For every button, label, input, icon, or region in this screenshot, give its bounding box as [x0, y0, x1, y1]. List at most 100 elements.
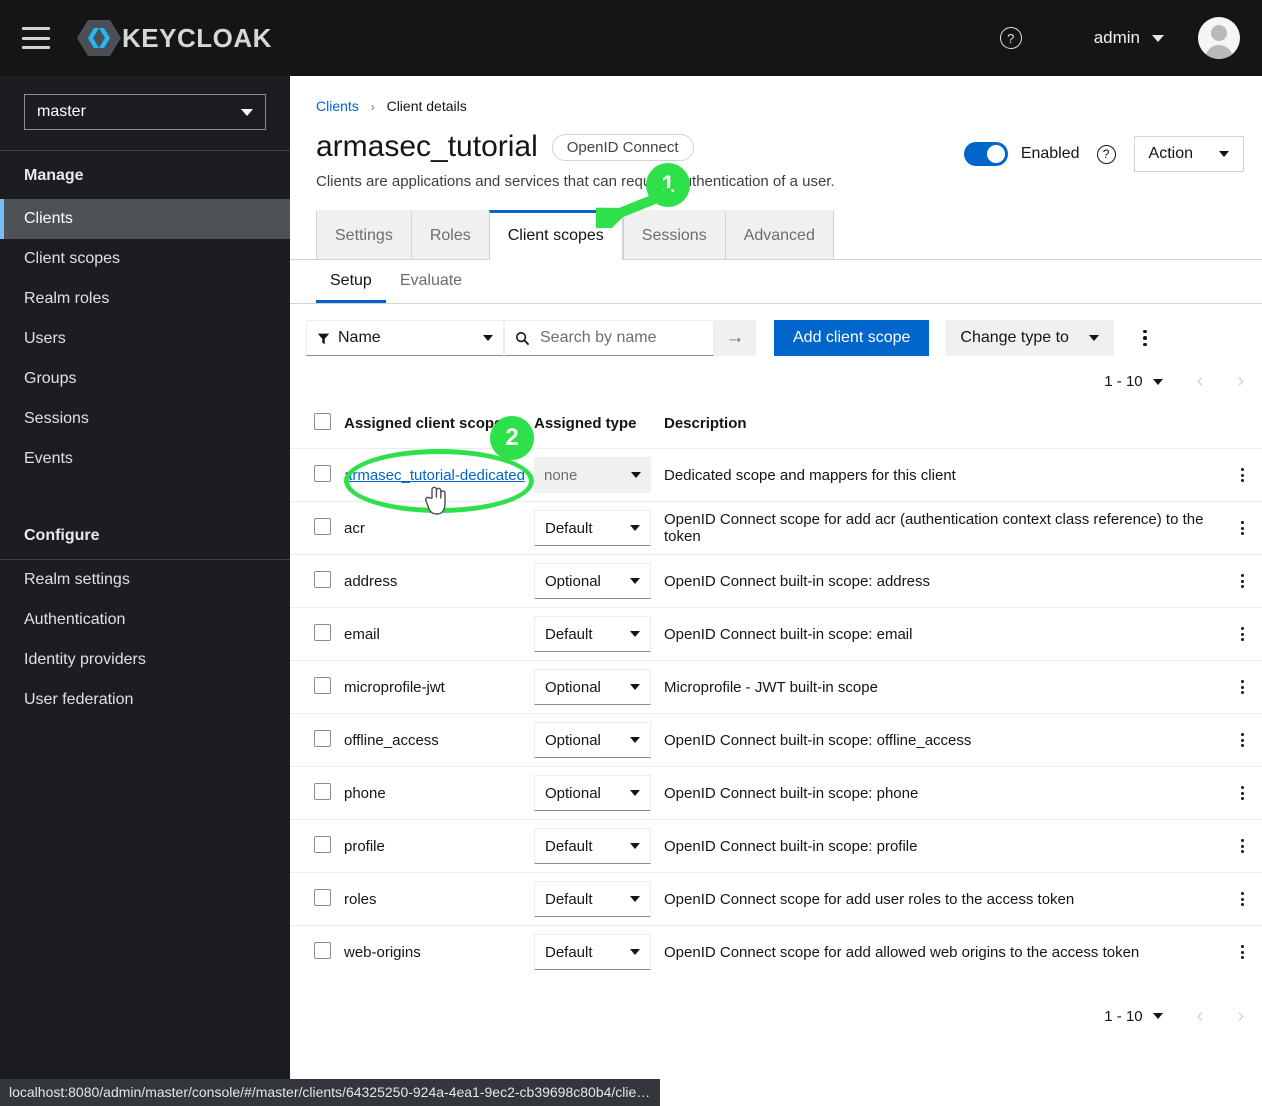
sidebar-item-groups[interactable]: Groups: [0, 359, 290, 399]
table-row: offline_access Optional OpenID Connect bui…: [290, 713, 1262, 767]
row-checkbox[interactable]: [314, 517, 331, 535]
scope-name-cell: web-origins: [344, 925, 534, 979]
row-checkbox[interactable]: [314, 464, 331, 482]
row-checkbox[interactable]: [314, 888, 331, 906]
row-kebab-menu-icon[interactable]: [1232, 515, 1252, 541]
pagination-next-icon[interactable]: ›: [1237, 1005, 1244, 1028]
search-submit-button[interactable]: →: [714, 320, 756, 356]
assigned-type-cell: Default: [534, 607, 664, 661]
filter-dropdown[interactable]: Name: [306, 320, 504, 356]
tab-sessions[interactable]: Sessions: [622, 210, 725, 259]
hamburger-icon[interactable]: [22, 27, 50, 49]
row-kebab-menu-icon[interactable]: [1232, 674, 1252, 700]
tab-roles[interactable]: Roles: [410, 210, 489, 259]
row-select-cell: [290, 713, 344, 767]
realm-selector[interactable]: master: [24, 94, 266, 130]
tab-settings[interactable]: Settings: [316, 210, 411, 259]
row-kebab-menu-icon[interactable]: [1232, 833, 1252, 859]
row-checkbox[interactable]: [314, 729, 331, 747]
sidebar-item-events[interactable]: Events: [0, 439, 290, 479]
chevron-down-icon: [630, 843, 640, 849]
description-text: OpenID Connect scope for add allowed web…: [664, 943, 1140, 961]
sidebar-item-users[interactable]: Users: [0, 319, 290, 359]
page-header-actions: Enabled ? Action: [963, 136, 1244, 172]
assigned-type-dropdown[interactable]: Default: [534, 828, 651, 864]
row-kebab-menu-icon[interactable]: [1232, 568, 1252, 594]
description-text: Microprofile - JWT built-in scope: [664, 678, 878, 696]
tab-client-scopes[interactable]: Client scopes: [488, 210, 623, 260]
assigned-type-dropdown[interactable]: Optional: [534, 775, 651, 811]
client-scopes-subtabs: Setup Evaluate: [290, 260, 1262, 304]
assigned-type-dropdown[interactable]: Default: [534, 934, 651, 971]
assigned-type-dropdown[interactable]: Default: [534, 881, 651, 917]
row-checkbox[interactable]: [314, 676, 331, 694]
chevron-down-icon[interactable]: [1152, 378, 1163, 385]
assigned-type-dropdown[interactable]: Optional: [534, 563, 651, 599]
breadcrumb-link-clients[interactable]: Clients: [316, 98, 359, 114]
select-all-checkbox[interactable]: [314, 413, 331, 430]
row-actions-cell: [1222, 660, 1262, 714]
sidebar-item-client-scopes[interactable]: Client scopes: [0, 239, 290, 279]
toolbar-kebab-menu-icon[interactable]: [1134, 323, 1156, 353]
column-header-type: Assigned type: [534, 415, 637, 432]
row-checkbox[interactable]: [314, 623, 331, 641]
sidebar-item-identity-providers[interactable]: Identity providers: [0, 640, 290, 680]
assigned-type-dropdown[interactable]: Optional: [534, 722, 651, 758]
row-kebab-menu-icon[interactable]: [1232, 939, 1252, 965]
username-label[interactable]: admin: [1094, 28, 1140, 48]
add-client-scope-button[interactable]: Add client scope: [774, 320, 930, 356]
sidebar-item-label: Events: [24, 450, 73, 467]
sidebar-item-clients[interactable]: Clients: [0, 199, 290, 239]
sidebar-item-sessions[interactable]: Sessions: [0, 399, 290, 439]
row-select-cell: [290, 766, 344, 820]
action-dropdown-button[interactable]: Action: [1133, 136, 1244, 172]
row-kebab-menu-icon[interactable]: [1232, 621, 1252, 647]
row-checkbox[interactable]: [314, 941, 331, 959]
row-checkbox[interactable]: [314, 835, 331, 853]
enabled-toggle[interactable]: [963, 142, 1008, 166]
scope-name-link[interactable]: armasec_tutorial-dedicated: [344, 467, 525, 484]
help-icon[interactable]: ?: [1096, 144, 1116, 164]
main-content: Clients › Client details armasec_tutoria…: [290, 76, 1262, 1106]
sidebar-item-realm-settings[interactable]: Realm settings: [0, 560, 290, 600]
row-actions-cell: [1222, 925, 1262, 979]
assigned-type-dropdown[interactable]: Default: [534, 616, 651, 652]
row-checkbox[interactable]: [314, 570, 331, 588]
tab-advanced[interactable]: Advanced: [724, 210, 834, 259]
row-kebab-menu-icon[interactable]: [1232, 462, 1252, 488]
row-kebab-menu-icon[interactable]: [1232, 886, 1252, 912]
change-type-dropdown[interactable]: Change type to: [945, 320, 1114, 356]
subtab-evaluate[interactable]: Evaluate: [386, 260, 476, 303]
pagination-prev-icon[interactable]: ‹: [1197, 370, 1204, 393]
subtab-setup[interactable]: Setup: [316, 260, 386, 303]
assigned-type-cell: Optional: [534, 766, 664, 820]
pagination-next-icon[interactable]: ›: [1237, 370, 1244, 393]
description-cell: OpenID Connect built-in scope: phone: [664, 766, 1222, 820]
pagination-prev-icon[interactable]: ‹: [1197, 1005, 1204, 1028]
table-row: microprofile-jwt Optional Microprofile - J…: [290, 660, 1262, 714]
breadcrumb-current: Client details: [386, 98, 467, 114]
search-input[interactable]: [538, 328, 703, 348]
chevron-down-icon[interactable]: [1152, 34, 1164, 42]
row-kebab-menu-icon[interactable]: [1232, 727, 1252, 753]
row-actions-cell: [1222, 448, 1262, 502]
tab-label: Advanced: [743, 227, 815, 244]
brand-logo[interactable]: KEYCLOAK: [76, 18, 272, 58]
table-toolbar: Name → Add client scope Change type to: [290, 304, 1262, 356]
chevron-down-icon[interactable]: [1152, 1013, 1163, 1019]
assigned-type-dropdown[interactable]: Default: [534, 510, 651, 546]
sidebar-item-user-federation[interactable]: User federation: [0, 680, 290, 720]
sidebar-item-authentication[interactable]: Authentication: [0, 600, 290, 640]
page-title: armasec_tutorial: [316, 130, 538, 163]
assigned-type-dropdown[interactable]: none: [534, 457, 651, 493]
help-icon[interactable]: ?: [999, 27, 1022, 49]
description-cell: OpenID Connect built-in scope: offline_a…: [664, 713, 1222, 767]
assigned-type-dropdown[interactable]: Optional: [534, 669, 651, 705]
sidebar-item-realm-roles[interactable]: Realm roles: [0, 279, 290, 319]
avatar[interactable]: [1198, 17, 1240, 59]
description-cell: OpenID Connect scope for add user roles …: [664, 872, 1222, 926]
sidebar: master Manage Clients Client scopes Real…: [0, 76, 290, 1106]
row-kebab-menu-icon[interactable]: [1232, 780, 1252, 806]
assigned-type-value: Default: [545, 943, 593, 961]
row-checkbox[interactable]: [314, 782, 331, 800]
